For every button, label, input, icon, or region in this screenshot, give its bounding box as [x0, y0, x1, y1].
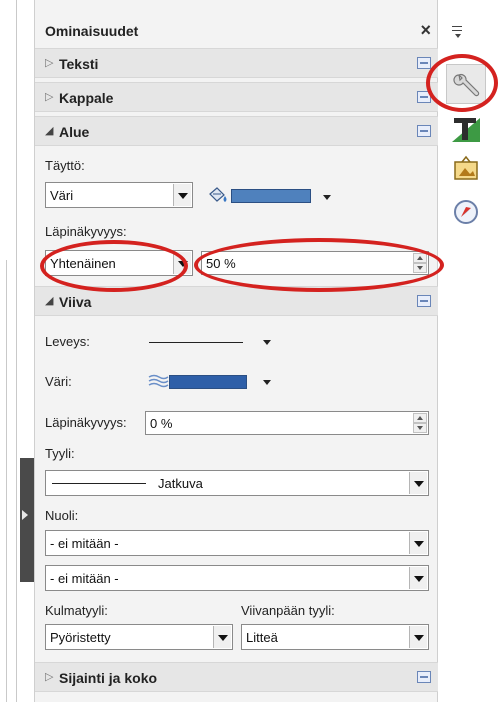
line-style-select[interactable]: Jatkuva: [45, 470, 429, 496]
section-label: Teksti: [59, 56, 99, 72]
document-edge: [0, 0, 20, 702]
expand-triangle-icon: ▷: [45, 57, 54, 69]
cap-style-select[interactable]: Litteä: [241, 624, 429, 650]
line-style-value: Jatkuva: [158, 476, 203, 491]
section-label: Alue: [59, 124, 90, 140]
collapse-arrow-icon: [22, 510, 28, 520]
arrow-end-select[interactable]: - ei mitään -: [45, 565, 429, 591]
more-options-icon[interactable]: [417, 91, 431, 103]
line-style-label: Tyyli:: [45, 446, 75, 461]
dropdown-arrow-icon: [409, 626, 427, 648]
corner-style-select[interactable]: Pyöristetty: [45, 624, 233, 650]
fill-type-select[interactable]: Väri: [45, 182, 193, 208]
wrench-icon: [453, 73, 480, 97]
line-color-label: Väri:: [45, 374, 72, 389]
expand-triangle-icon: ▷: [45, 91, 54, 103]
dropdown-arrow-icon: [409, 472, 427, 494]
cap-style-label: Viivanpään tyyli:: [241, 603, 335, 618]
section-label: Kappale: [59, 90, 114, 106]
more-options-icon[interactable]: [417, 295, 431, 307]
dropdown-arrow-icon: [213, 626, 231, 648]
section-sijainti-ja-koko[interactable]: ▷ Sijainti ja koko: [35, 662, 439, 692]
arrow-start-select[interactable]: - ei mitään -: [45, 530, 429, 556]
line-width-sample[interactable]: [149, 342, 243, 343]
transparency-mode-select[interactable]: Yhtenäinen: [45, 250, 193, 276]
spin-down-button[interactable]: [413, 263, 427, 273]
styles-tab[interactable]: [446, 112, 486, 152]
properties-tab[interactable]: [446, 64, 486, 104]
spin-up-button[interactable]: [413, 253, 427, 263]
transparency-mode-value: Yhtenäinen: [50, 256, 116, 271]
spin-buttons: [413, 253, 427, 273]
navigator-tab[interactable]: [446, 192, 486, 232]
corner-style-label: Kulmatyyli:: [45, 603, 108, 618]
line-transparency-value: 0 %: [150, 416, 173, 431]
line-style-sample: [52, 483, 146, 484]
arrow-label: Nuoli:: [45, 508, 79, 523]
section-alue[interactable]: ◢ Alue: [35, 116, 439, 146]
spin-down-button[interactable]: [413, 423, 427, 433]
arrow-start-value: - ei mitään -: [50, 536, 119, 551]
line-transparency-label: Läpinäkyvyys:: [45, 415, 127, 430]
line-width-label: Leveys:: [45, 334, 90, 349]
more-options-icon[interactable]: [417, 671, 431, 683]
menu-icon[interactable]: [452, 26, 464, 38]
section-label: Viiva: [59, 294, 92, 310]
styles-icon: [452, 118, 480, 142]
gallery-icon: [454, 155, 478, 180]
section-teksti[interactable]: ▷ Teksti: [35, 48, 439, 78]
paint-bucket-icon[interactable]: [207, 185, 231, 205]
properties-deck: Ominaisuudet × ▷ Teksti ▷ Kappale ◢ Alue…: [34, 0, 439, 702]
section-kappale[interactable]: ▷ Kappale: [35, 82, 439, 112]
close-button[interactable]: ×: [420, 20, 431, 41]
transparency-label: Läpinäkyvyys:: [45, 224, 127, 239]
spin-up-button[interactable]: [413, 413, 427, 423]
fill-type-value: Väri: [50, 188, 74, 203]
dropdown-arrow-icon: [409, 567, 427, 589]
more-options-icon[interactable]: [417, 57, 431, 69]
divider: [6, 260, 7, 702]
arrow-end-value: - ei mitään -: [50, 571, 119, 586]
cap-style-value: Litteä: [246, 630, 278, 645]
section-label: Sijainti ja koko: [59, 670, 158, 686]
transparency-percent-value: 50 %: [206, 256, 236, 271]
dropdown-arrow-icon: [409, 532, 427, 554]
dropdown-arrow-icon: [173, 252, 191, 274]
corner-style-value: Pyöristetty: [50, 630, 111, 645]
fill-label: Täyttö:: [45, 158, 85, 173]
line-width-dropdown-icon[interactable]: [263, 340, 271, 345]
spin-buttons: [413, 413, 427, 433]
fill-color-swatch[interactable]: [231, 189, 311, 203]
dropdown-arrow-icon: [173, 184, 191, 206]
sidebar-collapse-handle[interactable]: [20, 458, 34, 582]
line-color-icon[interactable]: [147, 372, 169, 390]
sidebar-tabbar: [438, 0, 500, 702]
collapse-triangle-icon: ◢: [45, 295, 54, 307]
collapse-triangle-icon: ◢: [45, 125, 54, 137]
fill-color-dropdown-icon[interactable]: [323, 195, 331, 200]
transparency-percent-input[interactable]: 50 %: [201, 251, 429, 275]
gallery-tab[interactable]: [446, 152, 486, 192]
more-options-icon[interactable]: [417, 125, 431, 137]
expand-triangle-icon: ▷: [45, 671, 54, 683]
deck-titlebar: Ominaisuudet ×: [35, 16, 439, 46]
line-color-dropdown-icon[interactable]: [263, 380, 271, 385]
deck-title: Ominaisuudet: [45, 23, 139, 39]
line-color-swatch[interactable]: [169, 375, 247, 389]
navigator-icon: [454, 200, 478, 224]
section-viiva[interactable]: ◢ Viiva: [35, 286, 439, 316]
line-transparency-input[interactable]: 0 %: [145, 411, 429, 435]
divider: [16, 0, 17, 702]
